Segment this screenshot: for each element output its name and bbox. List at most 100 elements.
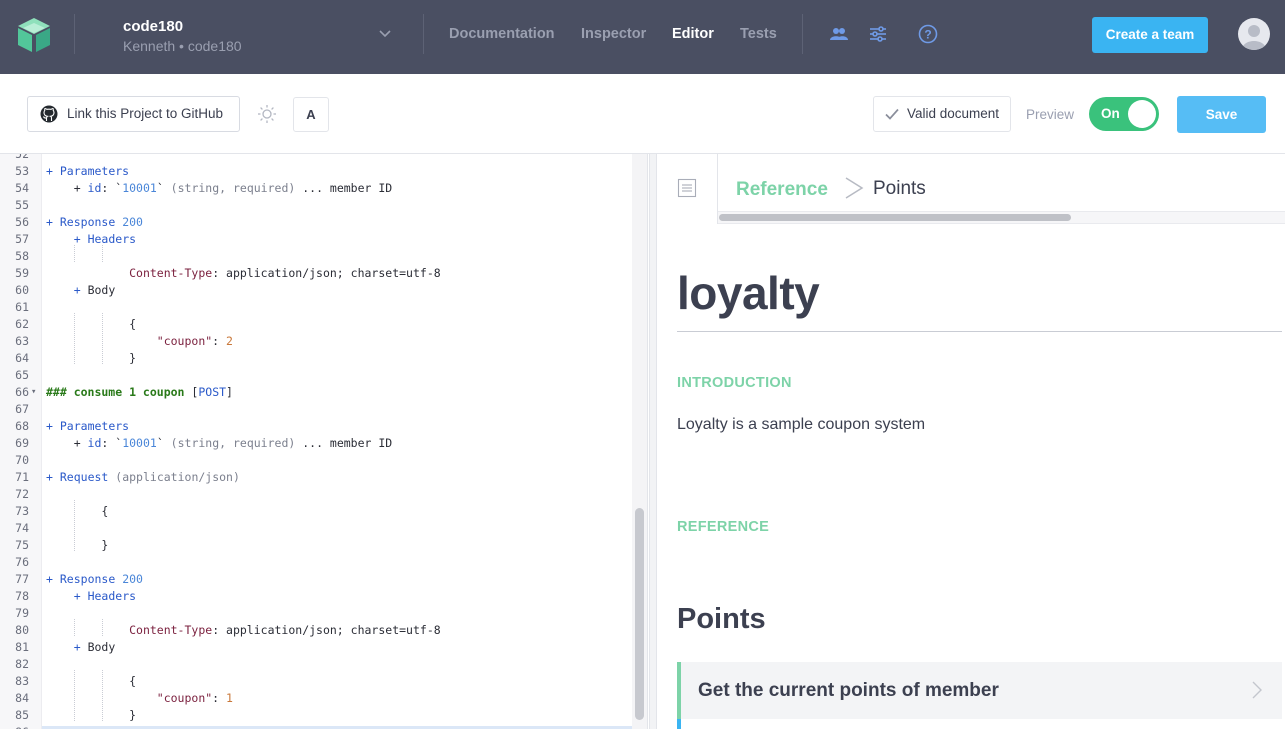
line-number: 57 bbox=[15, 232, 29, 246]
line-code: + Headers bbox=[73, 589, 137, 603]
split-pane-divider[interactable] bbox=[649, 154, 657, 729]
team-icon[interactable] bbox=[829, 24, 849, 44]
project-owner: Kenneth • code180 bbox=[123, 38, 242, 54]
breadcrumb-scrollbar-thumb[interactable] bbox=[719, 214, 1071, 221]
code-line[interactable]: 65 bbox=[0, 367, 632, 384]
chevron-down-icon[interactable] bbox=[378, 27, 392, 41]
help-icon[interactable]: ? bbox=[918, 24, 938, 44]
code-line[interactable]: 63 "coupon": 2 bbox=[0, 333, 632, 350]
font-size-button[interactable]: A bbox=[293, 97, 329, 132]
code-line[interactable]: 53 + Parameters bbox=[0, 163, 632, 180]
theme-sun-icon[interactable] bbox=[257, 104, 277, 124]
editor-scrollbar-thumb[interactable] bbox=[635, 508, 644, 720]
indent-guide bbox=[74, 245, 75, 262]
sliders-icon[interactable] bbox=[868, 24, 888, 44]
code-line[interactable]: 52 bbox=[0, 154, 632, 163]
indent-guide bbox=[102, 619, 103, 636]
nav-editor[interactable]: Editor bbox=[672, 26, 714, 42]
code-line[interactable]: 72 bbox=[0, 486, 632, 503]
create-team-button[interactable]: Create a team bbox=[1092, 17, 1208, 53]
apiary-logo-icon[interactable] bbox=[15, 16, 53, 54]
toggle-knob bbox=[1128, 100, 1156, 128]
line-number: 68 bbox=[15, 419, 29, 433]
line-code: + Body bbox=[73, 640, 116, 654]
code-line[interactable]: 84 "coupon": 1 bbox=[0, 690, 632, 707]
avatar[interactable] bbox=[1238, 18, 1270, 50]
save-button[interactable]: Save bbox=[1177, 96, 1266, 133]
code-line[interactable]: 69 + id: `10001` (string, required) ... … bbox=[0, 435, 632, 452]
line-code: Content-Type: application/json; charset=… bbox=[129, 266, 441, 280]
line-number: 63 bbox=[15, 334, 29, 348]
preview-toggle[interactable]: On bbox=[1089, 97, 1159, 131]
line-code: { bbox=[46, 317, 137, 331]
title-divider bbox=[677, 331, 1282, 332]
code-line[interactable]: 79 bbox=[0, 605, 632, 622]
code-line[interactable]: 60 + Body bbox=[0, 282, 632, 299]
preview-label: Preview bbox=[1026, 107, 1075, 122]
line-number: 70 bbox=[15, 453, 29, 467]
code-line[interactable]: 67 bbox=[0, 401, 632, 418]
code-line[interactable]: 64 } bbox=[0, 350, 632, 367]
code-editor[interactable]: 52 53 + Parameters 54 + id: `10001` (string… bbox=[0, 154, 648, 729]
code-line[interactable]: 81 + Body bbox=[0, 639, 632, 656]
divider bbox=[802, 14, 803, 54]
line-number: 61 bbox=[15, 300, 29, 314]
code-line[interactable]: 55 bbox=[0, 197, 632, 214]
indent-guide bbox=[102, 245, 103, 262]
link-github-button[interactable]: Link this Project to GitHub bbox=[27, 96, 240, 132]
line-code: + Request (application/json) bbox=[46, 470, 240, 484]
line-code: + Response 200 bbox=[46, 572, 143, 586]
fold-arrow-icon[interactable]: ▾ bbox=[31, 384, 36, 401]
user-avatar-icon bbox=[1242, 25, 1266, 50]
line-number: 82 bbox=[15, 657, 29, 671]
line-number: 75 bbox=[15, 538, 29, 552]
code-line[interactable]: 75 } bbox=[0, 537, 632, 554]
project-name[interactable]: code180 bbox=[123, 18, 183, 35]
code-line[interactable]: 77 + Response 200 bbox=[0, 571, 632, 588]
indent-guide bbox=[102, 670, 103, 721]
code-line[interactable]: 61 bbox=[0, 299, 632, 316]
nav-documentation[interactable]: Documentation bbox=[449, 26, 555, 42]
code-line[interactable]: 54 + id: `10001` (string, required) ... … bbox=[0, 180, 632, 197]
code-line[interactable]: 68 + Parameters bbox=[0, 418, 632, 435]
code-line[interactable]: 76 bbox=[0, 554, 632, 571]
code-line[interactable]: 78 + Headers bbox=[0, 588, 632, 605]
code-line[interactable]: 74 bbox=[0, 520, 632, 537]
nav-tests[interactable]: Tests bbox=[740, 26, 777, 42]
line-number: 76 bbox=[15, 555, 29, 569]
code-line[interactable]: 56 + Response 200 bbox=[0, 214, 632, 231]
valid-document-status[interactable]: Valid document bbox=[873, 96, 1011, 132]
breadcrumb-reference[interactable]: Reference bbox=[736, 179, 828, 201]
line-number: 59 bbox=[15, 266, 29, 280]
line-number: 64 bbox=[15, 351, 29, 365]
line-number: 65 bbox=[15, 368, 29, 382]
code-line[interactable]: 83 { bbox=[0, 673, 632, 690]
code-line[interactable]: 57 + Headers bbox=[0, 231, 632, 248]
endpoint-card[interactable]: Get the current points of member bbox=[677, 662, 1282, 719]
line-code: } bbox=[46, 351, 137, 365]
endpoint-title: Get the current points of member bbox=[698, 680, 999, 701]
code-line[interactable]: 73 { bbox=[0, 503, 632, 520]
table-of-contents-icon[interactable] bbox=[677, 178, 697, 198]
introduction-heading: INTRODUCTION bbox=[677, 375, 792, 391]
line-code: ### consume 1 coupon [POST] bbox=[46, 385, 233, 399]
nav-inspector[interactable]: Inspector bbox=[581, 26, 646, 42]
line-number: 79 bbox=[15, 606, 29, 620]
code-line[interactable]: 85 } bbox=[0, 707, 632, 724]
code-line[interactable]: 70 bbox=[0, 452, 632, 469]
code-line[interactable]: 82 bbox=[0, 656, 632, 673]
line-number: 84 bbox=[15, 691, 29, 705]
code-line[interactable]: 59 Content-Type: application/json; chars… bbox=[0, 265, 632, 282]
code-line[interactable]: 71 + Request (application/json) bbox=[0, 469, 632, 486]
code-line[interactable]: 80 Content-Type: application/json; chars… bbox=[0, 622, 632, 639]
line-number: 55 bbox=[15, 198, 29, 212]
code-line[interactable]: 58 bbox=[0, 248, 632, 265]
code-line[interactable]: 66 ▾ ### consume 1 coupon [POST] bbox=[0, 384, 632, 401]
breadcrumb-scrollbar[interactable] bbox=[718, 211, 1285, 224]
line-code: } bbox=[46, 708, 137, 722]
line-code: + Response 200 bbox=[46, 215, 143, 229]
line-number: 77 bbox=[15, 572, 29, 586]
line-code: } bbox=[46, 538, 109, 552]
line-code: + Headers bbox=[73, 232, 137, 246]
code-line[interactable]: 62 { bbox=[0, 316, 632, 333]
